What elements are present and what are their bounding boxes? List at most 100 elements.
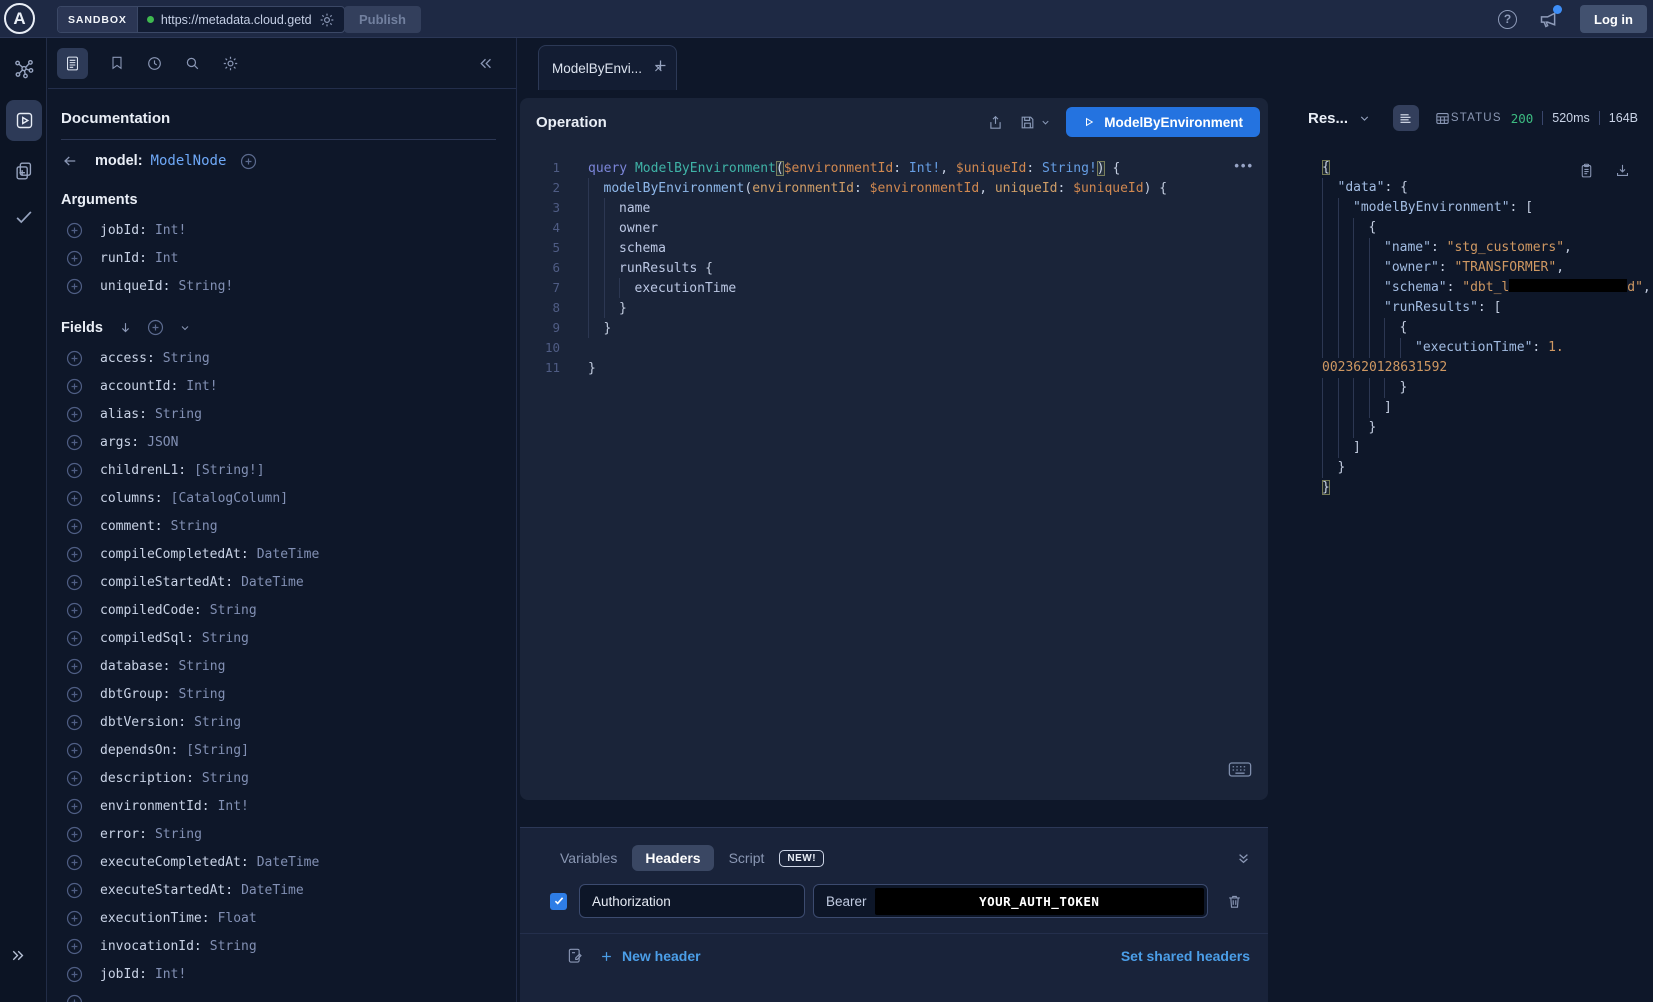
help-icon[interactable]: ?: [1498, 10, 1517, 29]
endpoint-url[interactable]: https://metadata.cloud.getd: [161, 13, 312, 27]
field-type[interactable]: String!: [178, 279, 233, 294]
editor-menu-icon[interactable]: •••: [1234, 158, 1254, 173]
doc-field-row[interactable]: columns:[CatalogColumn]: [48, 484, 516, 512]
doc-field-row[interactable]: environmentId:Int!: [48, 792, 516, 820]
copy-response-icon[interactable]: [1578, 162, 1595, 179]
field-type[interactable]: [String]: [186, 743, 249, 758]
tab-headers[interactable]: Headers: [632, 845, 713, 871]
response-json[interactable]: {"data": {"modelByEnvironment": [{"name"…: [1322, 158, 1653, 498]
breadcrumb-type[interactable]: ModelNode: [151, 153, 227, 169]
history-icon[interactable]: [146, 55, 163, 72]
field-type[interactable]: String: [171, 519, 218, 534]
header-value-input[interactable]: Bearer YOUR_AUTH_TOKEN: [813, 884, 1208, 918]
field-type[interactable]: String: [178, 687, 225, 702]
checks-icon[interactable]: [13, 206, 35, 228]
doc-field-row[interactable]: access:String: [48, 344, 516, 372]
settings-icon[interactable]: [222, 55, 239, 72]
doc-field-row[interactable]: jobId:Int!: [48, 960, 516, 988]
new-header-button[interactable]: New header: [599, 948, 701, 964]
field-type[interactable]: Int!: [155, 967, 186, 982]
add-field-icon[interactable]: [66, 434, 83, 451]
doc-field-row[interactable]: error:String: [48, 820, 516, 848]
field-type[interactable]: DateTime: [257, 855, 320, 870]
field-type[interactable]: String: [210, 939, 257, 954]
add-field-icon[interactable]: [66, 770, 83, 787]
add-field-icon[interactable]: [66, 350, 83, 367]
save-operation-icon[interactable]: [1019, 114, 1036, 131]
field-type[interactable]: DateTime: [241, 883, 304, 898]
field-type[interactable]: DateTime: [257, 547, 320, 562]
download-response-icon[interactable]: [1614, 162, 1631, 179]
set-shared-headers-link[interactable]: Set shared headers: [1121, 948, 1250, 964]
doc-field-row[interactable]: executeStartedAt:DateTime: [48, 876, 516, 904]
header-script-icon[interactable]: [566, 947, 584, 965]
add-field-icon[interactable]: [66, 686, 83, 703]
run-operation-button[interactable]: ModelByEnvironment: [1066, 107, 1260, 137]
doc-field-row[interactable]: jobId:Int!: [48, 216, 516, 244]
add-field-icon[interactable]: [66, 854, 83, 871]
add-all-fields-icon[interactable]: [147, 319, 164, 336]
doc-field-row[interactable]: comment:String: [48, 512, 516, 540]
field-type[interactable]: String: [163, 351, 210, 366]
endpoint-settings-icon[interactable]: [319, 12, 335, 28]
fields-options-chevron-icon[interactable]: [179, 322, 191, 334]
add-field-icon[interactable]: [66, 798, 83, 815]
add-field-icon[interactable]: [66, 574, 83, 591]
field-type[interactable]: String: [155, 827, 202, 842]
add-field-icon[interactable]: [66, 910, 83, 927]
doc-field-row[interactable]: args:JSON: [48, 428, 516, 456]
doc-field-row[interactable]: uniqueId:String!: [48, 272, 516, 300]
field-type[interactable]: String: [194, 715, 241, 730]
add-field-icon[interactable]: [66, 742, 83, 759]
doc-field-row[interactable]: compiledCode:String: [48, 596, 516, 624]
login-button[interactable]: Log in: [1580, 5, 1647, 33]
explorer-nav-item[interactable]: [6, 100, 42, 141]
field-type[interactable]: String: [202, 631, 249, 646]
doc-field-row[interactable]: [48, 988, 516, 1002]
add-field-icon[interactable]: [66, 406, 83, 423]
tab-script[interactable]: Script: [729, 850, 765, 866]
add-field-icon[interactable]: [66, 658, 83, 675]
add-field-icon[interactable]: [66, 938, 83, 955]
field-type[interactable]: String: [210, 603, 257, 618]
add-to-query-icon[interactable]: [240, 153, 257, 170]
add-field-icon[interactable]: [66, 602, 83, 619]
add-field-icon[interactable]: [66, 462, 83, 479]
doc-field-row[interactable]: compiledSql:String: [48, 624, 516, 652]
back-icon[interactable]: [61, 152, 79, 170]
header-enabled-checkbox[interactable]: [550, 893, 567, 910]
field-type[interactable]: JSON: [147, 435, 178, 450]
doc-field-row[interactable]: dbtGroup:String: [48, 680, 516, 708]
field-type[interactable]: String: [155, 407, 202, 422]
add-field-icon[interactable]: [66, 714, 83, 731]
field-type[interactable]: Int!: [155, 223, 186, 238]
keyboard-shortcuts-icon[interactable]: [1228, 761, 1252, 778]
share-operation-icon[interactable]: [987, 114, 1004, 131]
doc-field-row[interactable]: compileStartedAt:DateTime: [48, 568, 516, 596]
save-options-chevron-icon[interactable]: [1040, 117, 1051, 128]
response-dropdown-chevron-icon[interactable]: [1358, 112, 1371, 125]
add-field-icon[interactable]: [66, 882, 83, 899]
field-type[interactable]: Int: [155, 251, 178, 266]
collapse-panel-icon[interactable]: [1235, 850, 1252, 867]
add-field-icon[interactable]: [66, 222, 83, 239]
add-field-icon[interactable]: [66, 250, 83, 267]
announcements-icon[interactable]: [1538, 9, 1559, 30]
add-field-icon[interactable]: [66, 278, 83, 295]
header-key-input[interactable]: [579, 884, 805, 918]
table-view-toggle[interactable]: [1434, 110, 1451, 127]
add-field-icon[interactable]: [66, 378, 83, 395]
documentation-tab-icon[interactable]: [57, 48, 88, 79]
new-tab-icon[interactable]: [652, 57, 669, 74]
doc-field-row[interactable]: executionTime:Float: [48, 904, 516, 932]
collapse-docs-icon[interactable]: [477, 55, 494, 72]
apollo-logo[interactable]: A: [4, 3, 35, 34]
add-field-icon[interactable]: [66, 518, 83, 535]
publish-button[interactable]: Publish: [344, 6, 421, 33]
add-field-icon[interactable]: [66, 546, 83, 563]
doc-field-row[interactable]: dbtVersion:String: [48, 708, 516, 736]
doc-field-row[interactable]: alias:String: [48, 400, 516, 428]
field-type[interactable]: String: [178, 659, 225, 674]
doc-field-row[interactable]: runId:Int: [48, 244, 516, 272]
doc-field-row[interactable]: executeCompletedAt:DateTime: [48, 848, 516, 876]
